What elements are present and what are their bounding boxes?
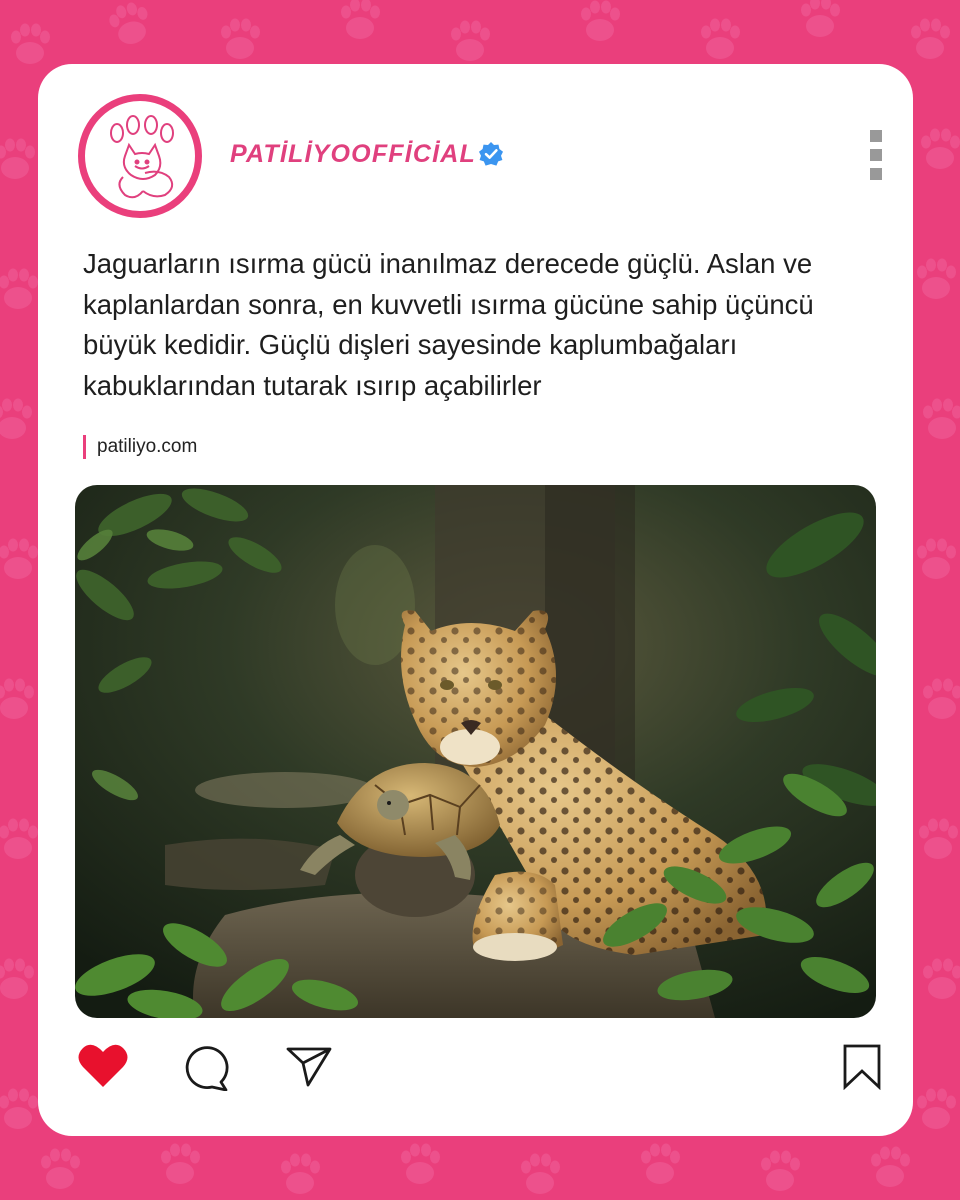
paper-plane-icon[interactable] [286,1046,332,1088]
source-link[interactable]: patiliyo.com [83,435,197,459]
post-card: PATİLİYOOFFİCİAL Jaguarların ısırma gücü… [38,64,913,1136]
post-caption: Jaguarların ısırma gücü inanılmaz derece… [83,248,814,401]
comment-bubble-icon[interactable] [183,1045,231,1091]
jaguar-tortoise-photo [75,485,876,1018]
cat-paw-logo-icon [110,115,174,199]
heart-icon[interactable] [78,1043,128,1089]
post-image-jaguar-tortoise[interactable] [75,485,876,1018]
verified-badge-icon [479,142,503,166]
more-options-icon[interactable] [870,130,882,182]
profile-avatar[interactable] [78,94,202,218]
username[interactable]: PATİLİYOOFFİCİAL [230,140,476,169]
bookmark-icon[interactable] [842,1044,882,1090]
